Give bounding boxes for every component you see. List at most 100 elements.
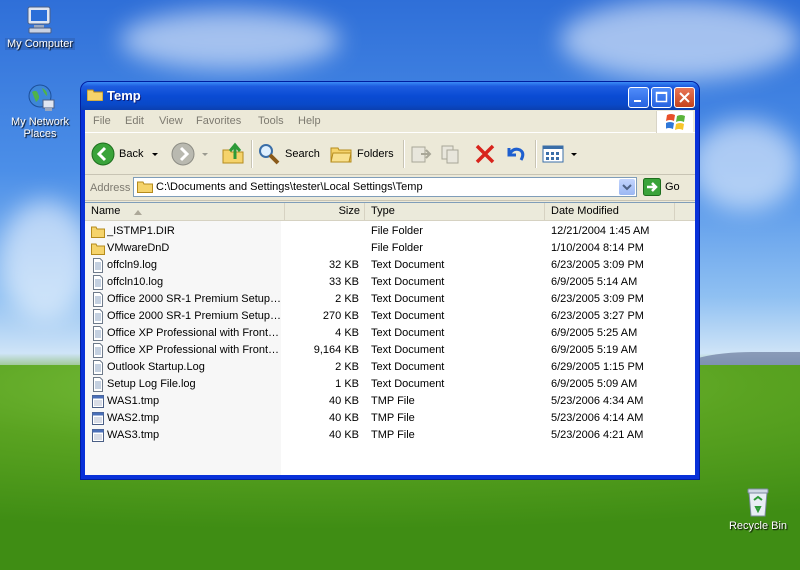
file-type: TMP File [371,395,415,407]
file-size: 40 KB [329,429,359,441]
file-row[interactable]: Setup Log File.log 1 KB Text Document 6/9/2… [85,376,685,393]
desktop-icon-my-computer[interactable]: My Computer [0,4,80,50]
menu-help[interactable]: Help [298,115,321,127]
views-button[interactable] [541,140,579,168]
file-row[interactable]: Office 2000 SR-1 Premium Setup(… 2 KB Text… [85,291,685,308]
file-size: 9,164 KB [313,344,359,356]
up-folder-icon [222,142,244,164]
file-date: 6/9/2005 5:09 AM [551,378,638,390]
dropdown-arrow-icon[interactable] [149,148,161,160]
file-size: 4 KB [335,327,359,339]
file-size: 32 KB [329,259,359,271]
sort-ascending-icon [134,210,142,215]
desktop-icon-recycle-bin[interactable]: Recycle Bin [718,486,798,532]
file-row[interactable]: WAS3.tmp 40 KB TMP File 5/23/2006 4:21 AM [85,427,685,444]
views-icon [542,145,564,163]
file-type: TMP File [371,412,415,424]
file-name: VMwareDnD [107,242,170,254]
file-row[interactable]: WAS2.tmp 40 KB TMP File 5/23/2006 4:14 AM [85,410,685,427]
file-name: offcln10.log [107,276,164,288]
file-type: Text Document [371,344,445,356]
desktop-icon-label: My Computer [4,38,76,50]
computer-icon [24,4,56,36]
close-icon [679,92,690,103]
chevron-down-icon [622,184,632,191]
search-button[interactable]: Search [257,140,320,168]
title-bar[interactable]: Temp [81,82,699,110]
file-row[interactable]: offcln9.log 32 KB Text Document 6/23/2005 3… [85,257,685,274]
file-type: TMP File [371,429,415,441]
copy-to-button[interactable] [439,140,467,168]
file-name: Office 2000 SR-1 Premium Setup(… [107,310,283,322]
toolbar: Back Search Folders [85,134,695,175]
folders-label: Folders [357,148,394,160]
recycle-bin-icon [742,486,774,518]
cloud [560,0,800,80]
menu-favorites[interactable]: Favorites [196,115,241,127]
folders-button[interactable]: Folders [329,140,394,168]
file-name: Office XP Professional with FrontP… [107,327,283,339]
file-list: Name Size Type Date Modified _ISTMP1.DIR… [85,202,695,475]
desktop-icon-my-network-places[interactable]: My Network Places [0,82,80,140]
cloud [690,120,800,210]
column-type-label: Type [371,205,395,217]
file-size: 1 KB [335,378,359,390]
text-document-icon [91,343,105,358]
go-label: Go [665,181,680,193]
column-header-name[interactable]: Name [85,203,285,220]
move-to-button[interactable] [409,140,437,168]
dropdown-arrow-icon[interactable] [199,148,211,160]
search-label: Search [285,148,320,160]
folder-icon [91,241,105,256]
minimize-button[interactable] [628,87,649,108]
menu-view[interactable]: View [159,115,183,127]
file-type: File Folder [371,242,423,254]
column-header-size[interactable]: Size [285,203,365,220]
window-body: File Edit View Favorites Tools Help Back… [85,110,695,475]
folder-icon [137,181,153,193]
file-row[interactable]: WAS1.tmp 40 KB TMP File 5/23/2006 4:34 AM [85,393,685,410]
text-document-icon [91,326,105,341]
file-row[interactable]: Office XP Professional with FrontP… 4 KB T… [85,325,685,342]
file-name: Outlook Startup.Log [107,361,205,373]
menu-edit[interactable]: Edit [125,115,144,127]
file-row[interactable]: Outlook Startup.Log 2 KB Text Document 6/29… [85,359,685,376]
file-type: Text Document [371,361,445,373]
address-input[interactable]: C:\Documents and Settings\tester\Local S… [133,177,637,197]
dropdown-arrow-icon[interactable] [569,148,579,160]
file-size: 40 KB [329,395,359,407]
file-size: 2 KB [335,361,359,373]
go-button[interactable]: Go [643,178,680,196]
column-header-date[interactable]: Date Modified [545,203,675,220]
file-date: 6/23/2005 3:27 PM [551,310,644,322]
file-row[interactable]: Office XP Professional with FrontP… 9,164… [85,342,685,359]
up-folder-button[interactable] [221,140,249,168]
undo-button[interactable] [503,140,531,168]
undo-icon [507,147,525,161]
file-date: 6/9/2005 5:14 AM [551,276,638,288]
address-bar: Address C:\Documents and Settings\tester… [85,176,695,201]
file-date: 12/21/2004 1:45 AM [551,225,650,237]
menu-file[interactable]: File [93,115,111,127]
forward-button[interactable] [171,140,211,168]
text-document-icon [91,292,105,307]
address-label: Address [90,182,131,194]
file-date: 5/23/2006 4:34 AM [551,395,644,407]
close-button[interactable] [674,87,695,108]
file-row[interactable]: offcln10.log 33 KB Text Document 6/9/2005 5… [85,274,685,291]
file-name: WAS1.tmp [107,395,160,407]
text-document-icon [91,258,105,273]
column-size-label: Size [338,205,360,217]
file-row[interactable]: VMwareDnD File Folder 1/10/2004 8:14 PM [85,240,685,257]
column-header-type[interactable]: Type [365,203,545,220]
delete-button[interactable] [473,140,501,168]
back-button[interactable]: Back [91,140,161,168]
toolbar-separator [403,140,405,168]
file-row[interactable]: _ISTMP1.DIR File Folder 12/21/2004 1:45 AM [85,223,685,240]
address-dropdown-button[interactable] [619,179,635,195]
file-name: Office XP Professional with FrontP… [107,344,283,356]
file-type: Text Document [371,327,445,339]
maximize-button[interactable] [651,87,672,108]
file-row[interactable]: Office 2000 SR-1 Premium Setup(… 270 KB Te… [85,308,685,325]
menu-tools[interactable]: Tools [258,115,284,127]
